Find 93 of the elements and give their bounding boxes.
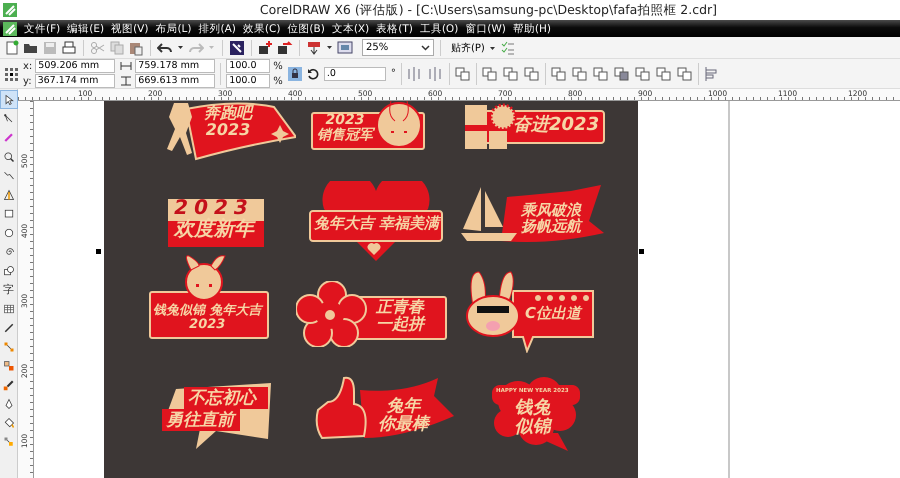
lock-icon[interactable] [288, 66, 302, 80]
checklist-icon[interactable] [500, 40, 514, 56]
width-icon [120, 61, 132, 71]
menu-item[interactable]: 文本(X) [332, 22, 370, 36]
rectangle-tool-icon [2, 208, 14, 220]
menu-item[interactable]: 工具(O) [420, 22, 458, 36]
sticker-text: 钱兔 [514, 398, 550, 418]
sticker-text: 不忘初心 [188, 387, 256, 409]
sticker-text: 你最棒 [378, 416, 429, 434]
window-title: CorelDRAW X6 (评估版) - [C:\Users\samsung-pc\Desktop\fafa拍照框 2.cdr] [258, 2, 718, 18]
pen-tool-icon [2, 398, 14, 410]
degree-label: ° [390, 68, 396, 79]
new-document-icon[interactable] [4, 40, 20, 56]
sticker-text: 钱兔似锦 兔年大吉 [153, 304, 262, 318]
back-minus-front-icon[interactable] [656, 66, 672, 82]
menu-item[interactable]: 排列(A) [198, 22, 236, 36]
zoom-tool-icon [2, 150, 14, 162]
fill-tool-icon [2, 416, 14, 428]
x-label: x: [23, 60, 32, 72]
shape-tool-icon [2, 112, 14, 124]
sticker-text: 2023 [326, 113, 364, 128]
boundary-icon[interactable] [676, 66, 693, 82]
interactivefill-tool-icon [2, 436, 14, 448]
y-label: y: [23, 76, 32, 86]
app-logo-icon [3, 3, 17, 17]
menu-item[interactable]: 文件(F) [24, 22, 60, 36]
sticker-text: 似锦 [514, 418, 550, 437]
width-field[interactable]: 759.178 mm [135, 59, 216, 73]
zoom-level-dropdown[interactable]: 25% [362, 39, 434, 56]
sticker-text: 欢度新年 [174, 218, 254, 239]
scale-y-field[interactable]: 100.0 [226, 74, 270, 88]
trim-icon[interactable] [572, 66, 588, 82]
sticker-text: 扬帆远航 [521, 218, 581, 234]
smartfill-tool-icon [2, 188, 14, 200]
intersect-icon[interactable] [592, 66, 609, 82]
sticker-text: 正青春 [376, 299, 424, 316]
ungroup-icon[interactable] [482, 66, 498, 82]
selection-handle[interactable] [639, 249, 644, 254]
scale-x-field[interactable]: 100.0 [226, 59, 270, 73]
object-origin-icon[interactable] [4, 66, 18, 80]
sticker-text: 奋进2023 [513, 116, 600, 135]
shapes-tool-icon [2, 264, 14, 276]
x-position-field[interactable]: 509.206 mm [35, 59, 116, 73]
menu-item[interactable]: 窗口(W) [465, 22, 506, 36]
tool-button[interactable]: 字 [0, 281, 16, 298]
sticker-text: 兔年 [386, 398, 420, 416]
sticker-text: 2023 [206, 122, 250, 139]
monitor-icon[interactable] [337, 40, 353, 56]
y-position-field[interactable]: 367.174 mm [34, 74, 115, 88]
selection-handle[interactable] [96, 249, 101, 254]
blend-tool-icon [2, 360, 14, 372]
dropdown-caret-icon[interactable] [421, 43, 430, 52]
simplify-icon[interactable] [614, 66, 630, 82]
sticker-text: 兔年大吉 幸福美满 [314, 216, 440, 232]
menu-item[interactable]: 布局(L) [155, 22, 192, 36]
connector-tool-icon [2, 340, 14, 352]
import-icon[interactable] [258, 40, 274, 56]
export-icon[interactable] [277, 40, 293, 56]
smear-tool-icon [2, 132, 14, 144]
sticker-text: 2023 [189, 318, 226, 332]
height-icon [120, 76, 132, 86]
percent-label: % [273, 60, 283, 72]
print-icon[interactable] [61, 40, 77, 56]
height-field[interactable]: 669.613 mm [135, 74, 216, 88]
menu-item[interactable]: 视图(V) [111, 22, 148, 36]
menu-item[interactable]: 表格(T) [376, 22, 413, 36]
menu-item[interactable]: 帮助(H) [512, 22, 551, 36]
snap-button[interactable]: 贴齐(P) [451, 40, 485, 54]
rotation-field[interactable]: .0 [324, 66, 386, 80]
sticker-text: C位出道 [525, 306, 582, 322]
freehand-tool-icon [2, 170, 14, 182]
ungroup-all-icon[interactable] [502, 66, 519, 82]
menu-item[interactable]: 效果(C) [242, 22, 280, 36]
percent-label: % [273, 76, 283, 86]
weld-icon[interactable] [550, 66, 567, 82]
menu-item[interactable]: 编辑(E) [67, 22, 104, 36]
sticker-text: 一起拼 [376, 316, 424, 333]
dimension-tool-icon [2, 322, 14, 334]
table-tool-icon [2, 302, 14, 314]
tool-button[interactable] [0, 91, 16, 108]
pick-tool-icon [2, 94, 14, 106]
sticker-text: 销售冠军 [317, 128, 373, 142]
sticker-text: 勇往直前 [166, 409, 234, 431]
eyedropper-tool-icon [2, 378, 14, 390]
sticker-text: 乘风破浪 [521, 203, 581, 219]
menu-item[interactable]: 位图(B) [287, 22, 325, 36]
group-icon[interactable] [454, 66, 471, 82]
rotate-icon [306, 68, 319, 80]
front-minus-back-icon[interactable] [634, 66, 651, 82]
ellipse-tool-icon [2, 226, 14, 238]
sticker-text: 奔跑吧 [204, 105, 252, 122]
sticker-text: 2023 [174, 197, 254, 218]
combine-icon[interactable] [524, 66, 540, 82]
